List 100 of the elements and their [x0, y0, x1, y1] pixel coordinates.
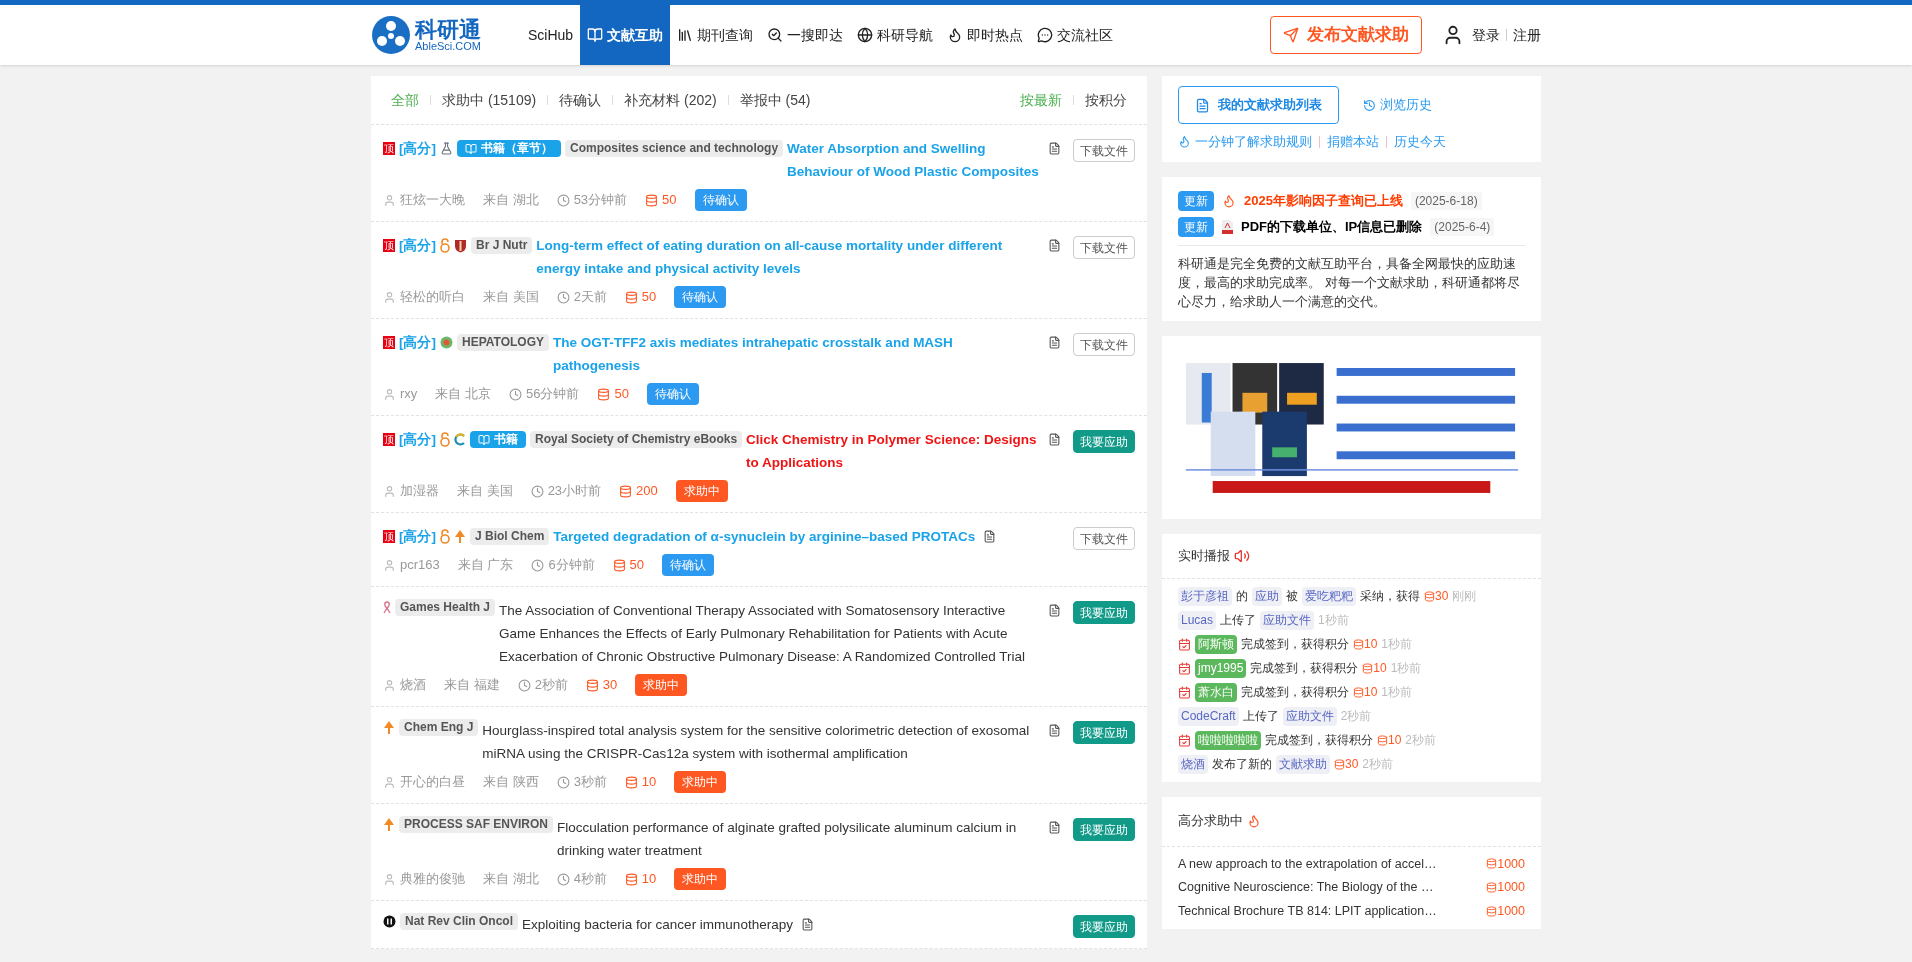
nav-tab[interactable]: 即时热点 [940, 5, 1031, 65]
filter-tab[interactable]: 求助中 (15109) [442, 89, 537, 111]
lock-icon [440, 238, 450, 253]
requester-name[interactable]: 烧酒 [400, 675, 426, 695]
arc-icon [454, 433, 466, 446]
user-link[interactable]: 应助 [1252, 586, 1282, 606]
nav-tab[interactable]: 交流社区 [1030, 5, 1121, 65]
request-title[interactable]: Exploiting bacteria for cancer immunotherapy [522, 913, 793, 936]
sort-option[interactable]: 按积分 [1085, 89, 1127, 111]
user-icon [383, 678, 396, 692]
nav-tab[interactable]: 文献互助 [580, 5, 671, 65]
user-badge[interactable]: jmy1995 [1195, 658, 1247, 678]
request-title[interactable]: Targeted degradation of α-synuclein by arginine–based PROTACs [553, 525, 976, 548]
user-badge[interactable]: 阿斯顿 [1195, 634, 1237, 654]
copy-icon[interactable] [983, 530, 997, 543]
copy-icon[interactable] [1048, 821, 1061, 834]
nav-tab[interactable]: SciHub [521, 5, 581, 65]
request-title[interactable]: The Association of Conventional Therapy Associated with Somatosensory Interactive Game Enhances the Effects of Early Pulmonary Rehabilitation for Patients with Acute Exacerbation of Chronic Obstructive Pulmonary Disease: A Randomized Controlled Trial [499, 599, 1040, 668]
request-title[interactable]: Click Chemistry in Polymer Science: Designs to Applications [746, 428, 1040, 474]
action-button[interactable]: 我要应助 [1073, 601, 1135, 624]
requester-name[interactable]: 开心的白昼 [400, 772, 465, 792]
live-feed-title: 实时播报 [1178, 546, 1230, 565]
copy-icon[interactable] [1048, 142, 1061, 155]
nav-tab[interactable]: 一搜即达 [760, 5, 851, 65]
sort-option[interactable]: 按最新 [1020, 89, 1062, 111]
nav-tab[interactable]: 期刊查询 [670, 5, 761, 65]
filter-tab[interactable]: 举报中 (54) [739, 89, 811, 111]
requester-name[interactable]: pcr163 [400, 555, 440, 575]
requester-name[interactable]: 轻松的听白 [400, 287, 465, 307]
news-date: (2025-6-4) [1430, 217, 1495, 236]
coin-stack-icon [624, 775, 638, 789]
user-link[interactable]: 应助文件 [1260, 610, 1315, 630]
copy-icon[interactable] [1048, 433, 1061, 446]
clock-icon [556, 290, 570, 304]
filter-tab[interactable]: 全部 [391, 89, 419, 111]
request-title[interactable]: Water Absorption and Swelling Behaviour of Wood Plastic Composites [787, 137, 1040, 183]
logo-icon [371, 15, 411, 55]
copy-icon[interactable] [800, 918, 814, 931]
news-title[interactable]: 2025年影响因子查询已上线 [1244, 190, 1403, 211]
requester-name[interactable]: rxy [400, 384, 418, 404]
journal-tag: HEPATOLOGY [457, 334, 549, 351]
points-text: 1000 [1497, 879, 1525, 897]
filter-tab[interactable]: 待确认 [559, 89, 602, 111]
journal-tag: PROCESS SAF ENVIRON [399, 816, 554, 833]
request-title[interactable]: The OGT-TFF2 axis mediates intrahepatic crosstalk and MASH pathogenesis [553, 331, 1040, 377]
user-link[interactable]: 应助文件 [1282, 706, 1337, 726]
login-link[interactable]: 登录 [1472, 24, 1500, 46]
request-title[interactable]: Long-term effect of eating duration on all-cause mortality under different energy intake and physical activity levels [536, 234, 1040, 280]
copy-icon[interactable] [1048, 336, 1061, 349]
user-link[interactable]: 烧酒 [1178, 754, 1208, 774]
high-score-request[interactable]: A new approach to the extrapolation of accel… [1178, 854, 1437, 874]
requester-name[interactable]: 典雅的俊驰 [400, 869, 465, 889]
user-link[interactable]: Lucas [1178, 610, 1217, 630]
copy-icon[interactable] [1048, 724, 1061, 737]
book-type-badge: 书籍 [470, 431, 526, 448]
time-text: 53分钟前 [573, 191, 628, 210]
my-requests-button[interactable]: 我的文献求助列表 [1178, 86, 1339, 124]
action-button[interactable]: 下载文件 [1073, 333, 1135, 356]
status-badge: 求助中 [674, 868, 727, 890]
requester-name[interactable]: 加湿器 [400, 481, 439, 501]
info-link[interactable]: 历史今天 [1394, 132, 1446, 152]
action-button[interactable]: 我要应助 [1073, 721, 1135, 744]
points-text: 30 [1435, 587, 1449, 605]
user-badge[interactable]: 啦啦啦啦啦 [1195, 730, 1261, 750]
action-button[interactable]: 我要应助 [1073, 430, 1135, 453]
user-link[interactable]: CodeCraft [1178, 706, 1239, 726]
location-text: 来自 福建 [444, 676, 500, 695]
points-text: 10 [1364, 683, 1378, 701]
high-score-request[interactable]: Cognitive Neuroscience: The Biology of the … [1178, 878, 1434, 897]
user-badge[interactable]: 萧水白 [1195, 682, 1237, 702]
history-link[interactable]: 浏览历史 [1363, 95, 1432, 115]
copy-icon[interactable] [1048, 604, 1061, 617]
high-score-request[interactable]: Technical Brochure TB 814: LPIT application… [1178, 902, 1437, 921]
feed-text: 的 [1236, 587, 1248, 605]
info-link[interactable]: 捐赠本站 [1327, 132, 1379, 152]
user-link[interactable]: 爱吃粑粑 [1302, 586, 1356, 606]
high-score-label: [高分] [399, 528, 436, 546]
coin-stack-icon [645, 193, 659, 207]
action-button[interactable]: 下载文件 [1073, 236, 1135, 259]
request-title[interactable]: Flocculation performance of alginate grafted polysilicate aluminum calcium in drinking water treatment [557, 816, 1040, 862]
user-icon [383, 775, 396, 789]
register-link[interactable]: 注册 [1513, 24, 1541, 46]
action-button[interactable]: 我要应助 [1073, 915, 1135, 938]
action-button[interactable]: 下载文件 [1073, 139, 1135, 162]
journal-tag: Br J Nutr [471, 237, 533, 254]
update-badge: 更新 [1178, 216, 1214, 237]
coin-stack-icon [585, 678, 599, 692]
publish-button[interactable]: 发布文献求助 [1270, 16, 1422, 54]
request-title[interactable]: Hourglass-inspired total analysis system for the sensitive colorimetric detection of exosomal miRNA using the CRISPR-Cas12a system with isothermal amplification [482, 719, 1040, 765]
journal-tag: Royal Society of Chemistry eBooks [530, 431, 743, 448]
user-link[interactable]: 彭于彦祖 [1178, 586, 1232, 606]
nav-tab[interactable]: 科研导航 [850, 5, 941, 65]
news-title[interactable]: PDF的下载单位、IP信息已删除 [1241, 216, 1423, 237]
filter-tab[interactable]: 补充材料 (202) [624, 89, 717, 111]
ribbon-icon [383, 601, 391, 614]
user-link[interactable]: 文献求助 [1276, 754, 1330, 774]
action-button[interactable]: 下载文件 [1073, 527, 1135, 550]
info-link[interactable]: 一分钟了解求助规则 [1195, 132, 1312, 152]
action-button[interactable]: 我要应助 [1073, 818, 1135, 841]
copy-icon[interactable] [1048, 239, 1061, 252]
